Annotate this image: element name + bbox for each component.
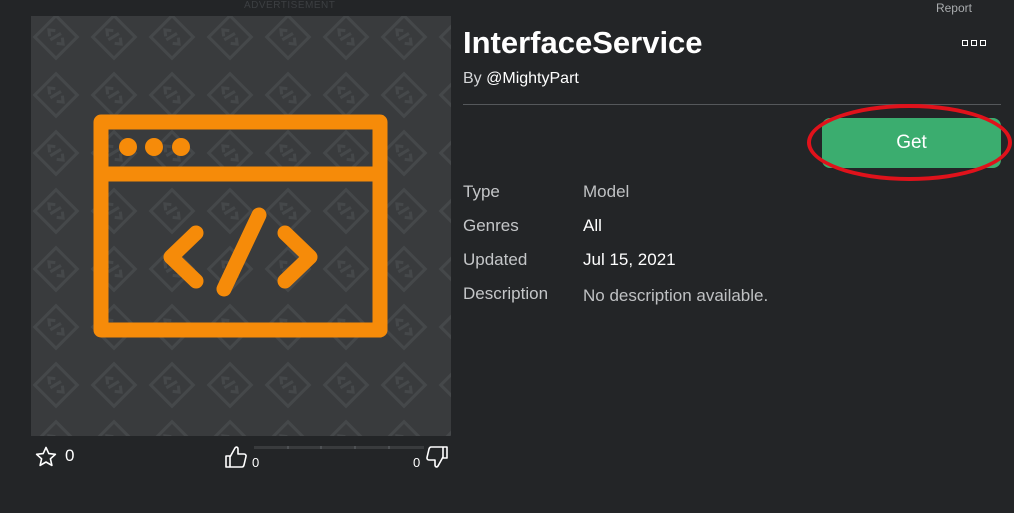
detail-row-genres: Genres All (463, 214, 1003, 248)
upvote-count: 0 (252, 455, 260, 470)
vote-ratio-bar (254, 446, 424, 449)
star-icon[interactable] (34, 445, 58, 469)
detail-value: No description available. (583, 286, 769, 305)
title-divider (463, 104, 1001, 105)
vote-bar-tick (320, 446, 322, 449)
detail-label: Updated (463, 250, 528, 269)
vote-bar-tick (287, 446, 289, 449)
detail-row-updated: Updated Jul 15, 2021 (463, 248, 1003, 282)
vote-bar-tick (388, 446, 390, 449)
report-link[interactable]: Report (936, 1, 972, 15)
detail-label: Type (463, 182, 500, 201)
creator-line: By @MightyPart (463, 70, 579, 88)
detail-label: Description (463, 284, 549, 303)
downvote-count: 0 (413, 455, 421, 470)
asset-details-page: ADVERTISEMENT Report 0 0 0 InterfaceServ… (0, 0, 1014, 513)
item-details: Type Model Genres All Updated Jul 15, 20… (463, 180, 1003, 316)
detail-value: Model (583, 182, 630, 201)
code-window-icon (31, 16, 451, 436)
creator-link[interactable]: @MightyPart (486, 70, 579, 87)
thumbs-down-icon[interactable] (425, 444, 449, 470)
thumbs-up-icon[interactable] (224, 444, 248, 470)
page-title: InterfaceService (463, 25, 703, 60)
detail-row-description: Description No description available. (463, 282, 1003, 316)
detail-value: Jul 15, 2021 (583, 250, 676, 269)
asset-thumbnail (31, 16, 451, 436)
vote-bar-tick (354, 446, 356, 449)
advertisement-label: ADVERTISEMENT (244, 0, 336, 11)
creator-prefix: By (463, 70, 487, 87)
detail-row-type: Type Model (463, 180, 1003, 214)
genre-link[interactable]: All (583, 216, 602, 236)
get-button[interactable]: Get (822, 118, 1001, 168)
thumbnail-footer: 0 0 0 (31, 440, 451, 476)
favorite-count: 0 (65, 446, 75, 465)
more-dots-icon[interactable] (962, 38, 988, 48)
detail-label: Genres (463, 216, 519, 235)
